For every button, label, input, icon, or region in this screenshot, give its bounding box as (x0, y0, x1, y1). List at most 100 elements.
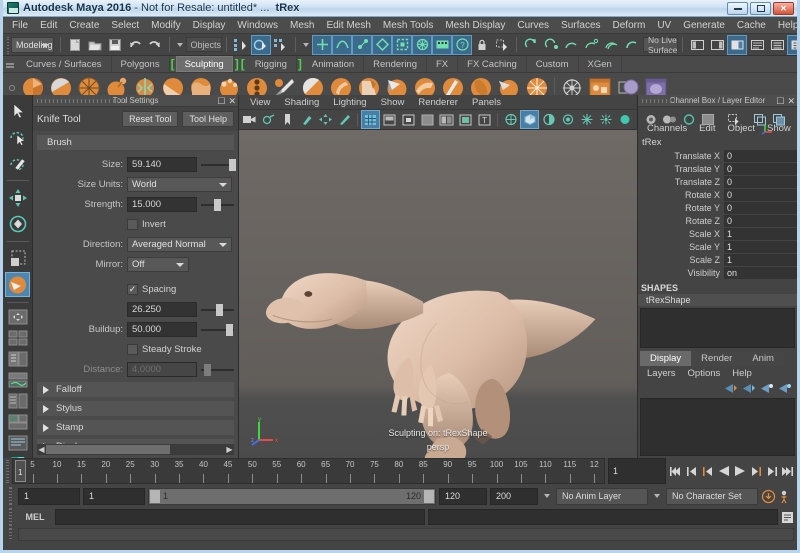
screen-space-ao-icon[interactable] (457, 111, 474, 128)
shelf-tab-rendering[interactable]: Rendering (364, 56, 427, 72)
panel-drag-dots[interactable] (642, 99, 682, 103)
all-lights-icon[interactable] (578, 111, 595, 128)
range-start-field[interactable]: 1 (18, 487, 80, 505)
menu-item-file[interactable]: File (6, 19, 34, 32)
construction-history-icon[interactable] (522, 36, 540, 54)
menu-item-uv[interactable]: UV (651, 19, 677, 32)
rotate-tool[interactable] (5, 211, 30, 236)
single-perspective-layout[interactable] (5, 307, 30, 326)
spacing-input[interactable]: 26.250 (127, 302, 197, 317)
viewport-menu-shading[interactable]: Shading (277, 97, 326, 108)
range-slider-grip[interactable] (6, 487, 15, 505)
move-tool[interactable] (5, 185, 30, 210)
shelf-tab-rigging[interactable]: Rigging (246, 56, 297, 72)
step-back-frame-icon[interactable] (700, 463, 715, 480)
sidebar-toggle-left-icon[interactable] (688, 36, 706, 54)
shelf-tab-fx-caching[interactable]: FX Caching (458, 56, 527, 72)
shape-node-name[interactable]: tRexShape (638, 294, 797, 306)
wireframe-shading-icon[interactable] (361, 110, 380, 129)
layer-tab-anim[interactable]: Anim (742, 351, 784, 366)
snap-film-icon[interactable] (432, 34, 453, 55)
play-backwards-icon[interactable] (716, 463, 731, 480)
channel-value[interactable]: 1 (724, 228, 797, 240)
attribute-editor-toggle-icon[interactable] (748, 36, 766, 54)
select-camera-icon[interactable] (241, 111, 258, 128)
frame-stamp[interactable]: Stamp (37, 420, 234, 435)
menu-item-cache[interactable]: Cache (731, 19, 772, 32)
spacing-slider[interactable] (201, 302, 234, 317)
history-single-icon[interactable] (622, 36, 640, 54)
channel-name[interactable]: Visibility (638, 267, 724, 279)
paint-select-tool[interactable] (5, 150, 30, 175)
ao-toggle-icon[interactable] (616, 111, 633, 128)
shelf-tab-curves-surfaces[interactable]: Curves / Surfaces (17, 56, 112, 72)
chevron-down-icon[interactable] (303, 42, 310, 47)
channel-value[interactable]: 0 (724, 150, 797, 162)
save-scene-icon[interactable] (106, 36, 124, 54)
layer-list[interactable] (640, 398, 795, 456)
step-back-keyframe-icon[interactable] (684, 463, 699, 480)
menu-item-mesh-display[interactable]: Mesh Display (439, 19, 511, 32)
channel-name[interactable]: Rotate X (638, 189, 724, 201)
select-component-icon[interactable] (272, 36, 290, 54)
history-degree-icon[interactable] (582, 36, 600, 54)
step-forward-keyframe-icon[interactable] (764, 463, 779, 480)
channel-value[interactable]: 0 (724, 215, 797, 227)
history-delete-icon[interactable] (542, 36, 560, 54)
scroll-left-icon[interactable]: ◀ (37, 445, 46, 454)
channel-value[interactable]: 0 (724, 163, 797, 175)
shelf-tab-custom[interactable]: Custom (527, 56, 579, 72)
maximize-button[interactable] (750, 2, 771, 15)
time-slider-playhead[interactable]: 1 (15, 460, 26, 482)
use-lights-icon[interactable] (419, 111, 436, 128)
spacing-checkbox[interactable]: ✓ (127, 284, 138, 295)
menu-item-edit[interactable]: Edit (34, 19, 63, 32)
shelf-grip[interactable] (3, 56, 17, 72)
slider-thumb[interactable] (226, 324, 234, 336)
current-frame-field[interactable]: 1 (608, 458, 666, 484)
size-units-dropdown[interactable]: World (127, 177, 232, 192)
channel-value[interactable]: 1 (724, 254, 797, 266)
last-tool-used[interactable] (5, 246, 30, 271)
wireframe-on-shaded-icon[interactable] (540, 111, 557, 128)
chevron-down-icon[interactable] (176, 42, 183, 47)
image-plane-icon[interactable] (298, 111, 315, 128)
lock-icon[interactable] (473, 36, 491, 54)
sidebar-toggle-right-icon[interactable] (708, 36, 726, 54)
viewport-menu-show[interactable]: Show (374, 97, 412, 108)
anim-layer-field[interactable]: No Anim Layer (556, 487, 648, 505)
go-to-start-icon[interactable] (668, 463, 683, 480)
texture-icon[interactable] (400, 111, 417, 128)
menu-item-select[interactable]: Select (105, 19, 145, 32)
two-d-pan-zoom-icon[interactable] (317, 111, 334, 128)
mirror-dropdown[interactable]: Off (127, 257, 189, 272)
brush-size-input[interactable]: 59.140 (127, 157, 197, 172)
menu-item-edit-mesh[interactable]: Edit Mesh (320, 19, 376, 32)
channel-name[interactable]: Scale X (638, 228, 724, 240)
snap-curve-icon[interactable] (332, 34, 353, 55)
layer-select-icon[interactable] (778, 383, 791, 394)
direction-dropdown[interactable]: Averaged Normal (127, 237, 232, 252)
grease-pencil-icon[interactable] (336, 111, 353, 128)
shelf-tab-animation[interactable]: Animation (303, 56, 365, 72)
slider-thumb[interactable] (229, 159, 237, 171)
four-view-layout[interactable] (5, 328, 30, 347)
history-curve-icon[interactable] (562, 36, 580, 54)
panel-close-icon[interactable]: ✕ (228, 96, 236, 106)
character-set-field[interactable]: No Character Set (666, 487, 758, 505)
reset-tool-button[interactable]: Reset Tool (122, 111, 179, 127)
smooth-shade-all-icon[interactable] (520, 110, 539, 129)
persp-outliner-layout[interactable] (5, 349, 30, 368)
auto-keyframe-icon[interactable] (761, 489, 776, 504)
anim-end-field[interactable]: 200 (490, 487, 538, 505)
shadows-icon[interactable] (438, 111, 455, 128)
layer-tab-render[interactable]: Render (691, 351, 743, 366)
menu-item-modify[interactable]: Modify (145, 19, 186, 32)
snap-projected-icon[interactable] (372, 34, 393, 55)
channel-value[interactable]: on (724, 267, 797, 279)
help-line-grip[interactable] (6, 527, 15, 541)
bookmark-icon[interactable] (279, 111, 296, 128)
panel-close-icon[interactable]: ✕ (787, 96, 795, 106)
animation-preferences-icon[interactable] (779, 489, 794, 504)
shadow-toggle-icon[interactable] (597, 111, 614, 128)
